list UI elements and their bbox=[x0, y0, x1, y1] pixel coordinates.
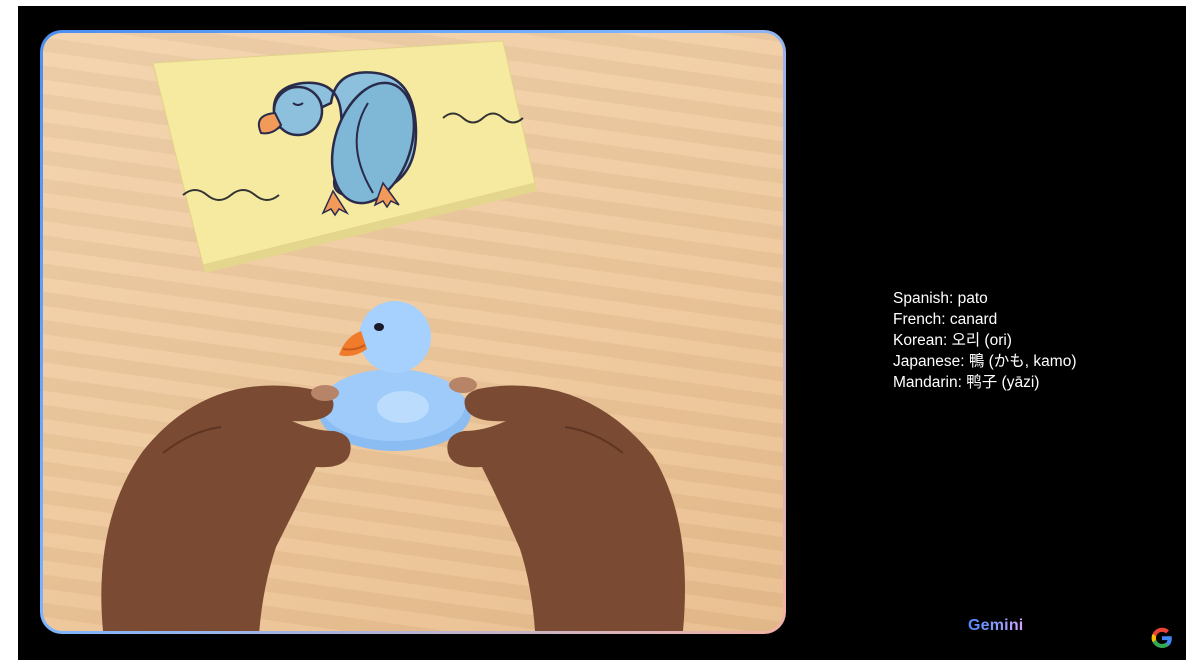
caption-line-japanese: Japanese: 鴨 (かも, kamo) bbox=[893, 353, 1077, 370]
caption-line-spanish: Spanish: pato bbox=[893, 290, 988, 307]
translation-captions: Spanish: pato French: canard Korean: 오리 … bbox=[893, 288, 1076, 393]
camera-feed-frame bbox=[40, 30, 786, 634]
caption-line-korean: Korean: 오리 (ori) bbox=[893, 332, 1012, 349]
camera-scene bbox=[101, 40, 685, 631]
caption-line-mandarin: Mandarin: 鸭子 (yāzi) bbox=[893, 374, 1040, 391]
video-stage: Spanish: pato French: canard Korean: 오리 … bbox=[18, 6, 1186, 660]
rubber-duck-toy bbox=[319, 301, 471, 451]
caption-line-french: French: canard bbox=[893, 311, 998, 328]
gemini-wordmark: Gemini bbox=[968, 617, 1024, 634]
camera-feed bbox=[43, 33, 783, 631]
google-g-icon bbox=[1151, 627, 1172, 648]
sticky-note-drawing bbox=[152, 40, 537, 273]
